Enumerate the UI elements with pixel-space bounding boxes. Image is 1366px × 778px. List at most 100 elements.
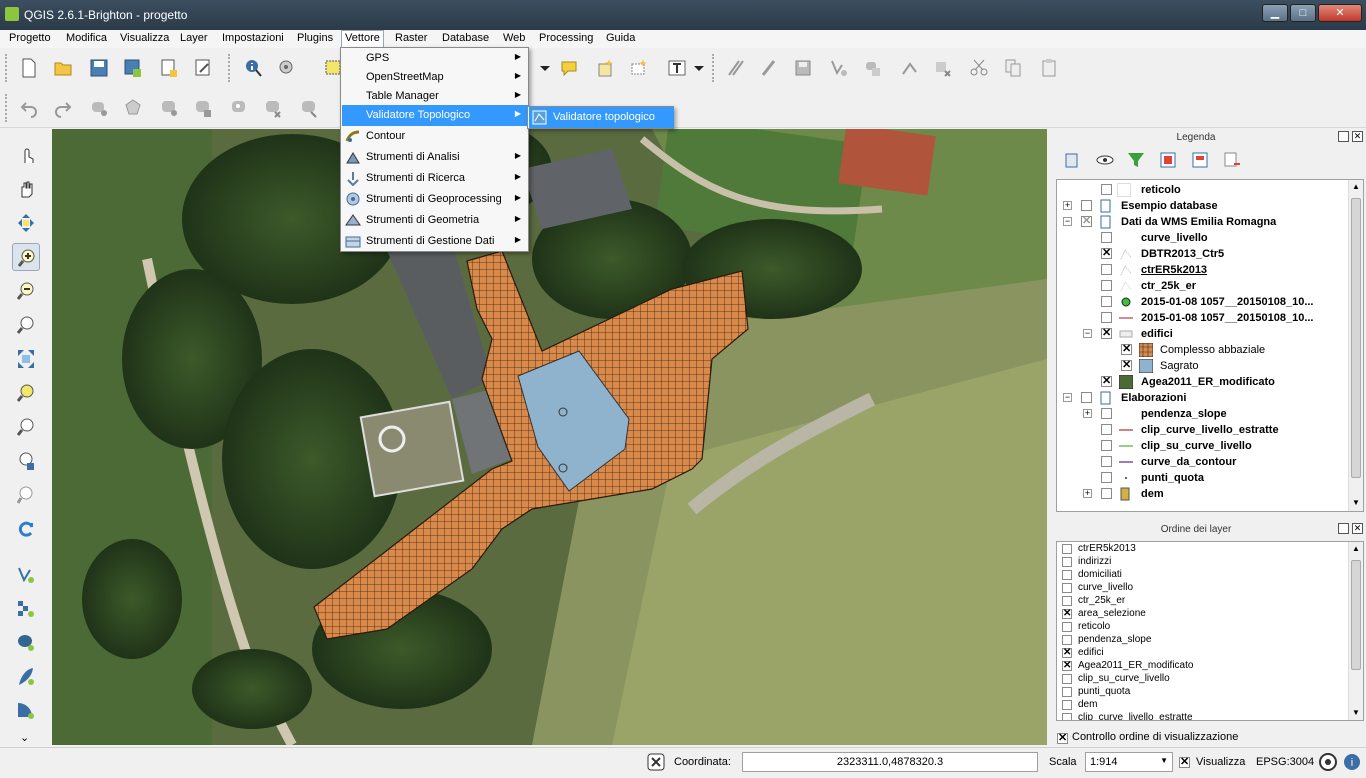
order-checkbox[interactable]	[1062, 635, 1072, 645]
remove-layer-icon[interactable]	[1222, 150, 1242, 170]
zoom-last-button[interactable]	[12, 447, 40, 475]
menu-database[interactable]: Database	[439, 32, 492, 44]
fill-ring-button[interactable]	[226, 95, 252, 121]
order-checkbox[interactable]	[1062, 570, 1072, 580]
add-postgis-layer-button[interactable]	[12, 629, 40, 657]
menu-plugins[interactable]: Plugins	[294, 32, 336, 44]
order-checkbox[interactable]	[1062, 557, 1072, 567]
messages-icon[interactable]: i	[1342, 752, 1362, 772]
expand-icon[interactable]: +	[1063, 201, 1072, 210]
order-checkbox[interactable]	[1062, 622, 1072, 632]
collapse-icon[interactable]: −	[1063, 393, 1072, 402]
group-checkbox[interactable]: ✕	[1081, 216, 1092, 227]
order-checkbox[interactable]	[1062, 544, 1072, 554]
menu-item-analisi[interactable]: Strumenti di Analisi ▶	[342, 147, 529, 168]
legend-group-wms[interactable]: − ✕ Dati da WMS Emilia Romagna	[1057, 214, 1349, 230]
order-checkbox[interactable]: ✕	[1062, 661, 1072, 671]
render-checkbox[interactable]: ✕	[1179, 757, 1190, 768]
menu-processing[interactable]: Processing	[536, 32, 596, 44]
map-tips-button[interactable]	[556, 55, 582, 81]
class-checkbox[interactable]: ✕	[1121, 344, 1132, 355]
undo-button[interactable]	[16, 95, 42, 121]
menu-vettore[interactable]: Vettore	[341, 30, 384, 48]
legend-layer-clip-curve-estratte[interactable]: clip_curve_livello_estratte	[1057, 422, 1349, 438]
menu-item-gestione-dati[interactable]: Strumenti di Gestione Dati ▶	[342, 231, 529, 252]
menu-impostazioni[interactable]: Impostazioni	[219, 32, 287, 44]
menu-item-geoprocessing[interactable]: Strumenti di Geoprocessing ▶	[342, 189, 529, 210]
collapse-all-icon[interactable]	[1190, 150, 1210, 170]
scroll-up-icon[interactable]: ▲	[1351, 544, 1361, 553]
toolbar-grip[interactable]	[712, 54, 716, 82]
measure-dropdown-button[interactable]	[532, 55, 558, 81]
zoom-to-selection-button[interactable]	[12, 379, 40, 407]
pan-map-button[interactable]	[12, 175, 40, 203]
paste-features-button[interactable]	[1036, 55, 1062, 81]
filter-legend-icon[interactable]	[1126, 150, 1146, 170]
legend-layer-punti-quota[interactable]: punti_quota	[1057, 470, 1349, 486]
layer-checkbox[interactable]: ✕	[1101, 376, 1112, 387]
menu-modifica[interactable]: Modifica	[63, 32, 110, 44]
legend-layer-curve-livello[interactable]: curve_livello	[1057, 230, 1349, 246]
layer-checkbox[interactable]	[1101, 488, 1112, 499]
minimize-button[interactable]: ▁	[1262, 4, 1288, 22]
scroll-down-icon[interactable]: ▼	[1351, 498, 1361, 507]
toolbar-grip[interactable]	[5, 54, 9, 82]
add-raster-layer-button[interactable]	[12, 595, 40, 623]
legend-group-elaborazioni[interactable]: − Elaborazioni	[1057, 390, 1349, 406]
menu-item-ricerca[interactable]: Strumenti di Ricerca ▶	[342, 168, 529, 189]
close-button[interactable]: ✕	[1318, 4, 1362, 22]
scroll-up-icon[interactable]: ▲	[1351, 182, 1361, 191]
menu-item-contour[interactable]: Contour	[342, 126, 529, 147]
zoom-in-button[interactable]	[12, 243, 40, 271]
maximize-button[interactable]: □	[1290, 4, 1316, 22]
open-project-button[interactable]	[50, 55, 76, 81]
add-feature-button[interactable]	[826, 55, 852, 81]
legend-layer-dem[interactable]: + dem	[1057, 486, 1349, 502]
composer-manager-button[interactable]	[190, 55, 216, 81]
layer-order-close-button[interactable]: ✕	[1352, 523, 1363, 534]
layer-checkbox[interactable]: ✕	[1101, 328, 1112, 339]
layer-checkbox[interactable]	[1101, 264, 1112, 275]
new-print-composer-button[interactable]	[156, 55, 182, 81]
touch-zoom-button[interactable]	[12, 141, 40, 169]
order-checkbox[interactable]: ✕	[1062, 609, 1072, 619]
projection-globe-icon[interactable]	[1318, 752, 1338, 772]
scroll-thumb[interactable]	[1351, 560, 1361, 670]
legend-class-sagrato[interactable]: ✕ Sagrato	[1057, 358, 1349, 374]
layer-checkbox[interactable]	[1101, 296, 1112, 307]
menu-item-geometria[interactable]: Strumenti di Geometria ▶	[342, 210, 529, 231]
scale-combobox[interactable]: 1:914 ▼	[1085, 752, 1173, 772]
order-checkbox[interactable]	[1062, 583, 1072, 593]
order-checkbox[interactable]	[1062, 687, 1072, 697]
menu-raster[interactable]: Raster	[392, 32, 430, 44]
layer-checkbox[interactable]	[1101, 184, 1112, 195]
layer-checkbox[interactable]	[1101, 424, 1112, 435]
layer-checkbox[interactable]	[1101, 456, 1112, 467]
add-part-button[interactable]	[190, 95, 216, 121]
map-canvas[interactable]	[52, 129, 1047, 745]
toggle-editing-button[interactable]	[756, 55, 782, 81]
run-feature-action-button[interactable]	[274, 55, 300, 81]
legend-scrollbar[interactable]: ▲ ▼	[1348, 180, 1363, 511]
collapse-icon[interactable]: −	[1063, 217, 1072, 226]
menu-item-validatore-topologico[interactable]: Validatore Topologico ▶	[342, 105, 529, 126]
toolbar-grip[interactable]	[5, 94, 9, 122]
zoom-actual-size-button[interactable]	[12, 311, 40, 339]
layer-checkbox[interactable]	[1101, 280, 1112, 291]
identify-button[interactable]	[240, 55, 266, 81]
new-bookmark-button[interactable]	[592, 55, 618, 81]
order-checkbox[interactable]	[1062, 674, 1072, 684]
rotate-feature-button[interactable]	[86, 95, 112, 121]
cut-features-button[interactable]	[966, 55, 992, 81]
redo-button[interactable]	[50, 95, 76, 121]
add-spatialite-layer-button[interactable]	[12, 663, 40, 691]
layer-checkbox[interactable]	[1101, 472, 1112, 483]
eye-visibility-icon[interactable]	[1096, 150, 1116, 170]
copy-features-button[interactable]	[1000, 55, 1026, 81]
show-bookmarks-button[interactable]	[626, 55, 652, 81]
menu-visualizza[interactable]: Visualizza	[117, 32, 172, 44]
legend-layer-clip-su-curve[interactable]: clip_su_curve_livello	[1057, 438, 1349, 454]
menu-layer[interactable]: Layer	[177, 32, 211, 44]
save-as-button[interactable]	[120, 55, 146, 81]
legend-layer-edifici[interactable]: − ✕ edifici	[1057, 326, 1349, 342]
